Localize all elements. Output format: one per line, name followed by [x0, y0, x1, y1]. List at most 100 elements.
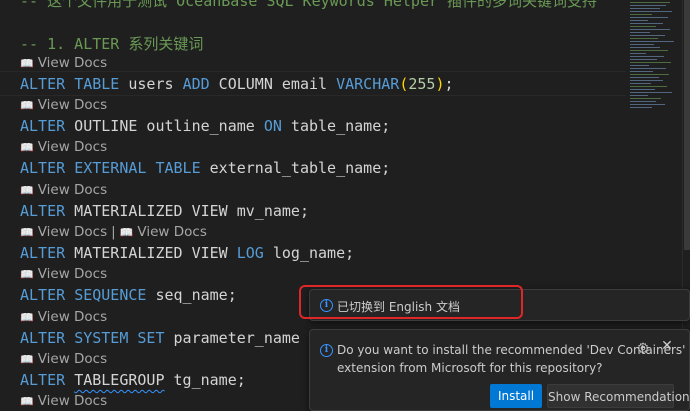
codelens: 📖 View Docs — [20, 180, 107, 200]
sql-keyword: ON — [263, 117, 282, 135]
minimap-line — [630, 74, 669, 75]
code-line[interactable]: ALTER SEQUENCE seq_name; — [20, 283, 237, 307]
sql-keyword: ALTER — [20, 286, 66, 304]
notification-message-line1: Do you want to install the recommended '… — [337, 343, 686, 357]
book-icon: 📖 — [20, 141, 34, 154]
sql-keyword: ALTER — [20, 75, 66, 93]
minimap-line — [630, 35, 665, 36]
minimap-line — [630, 80, 663, 81]
show-recommendations-button[interactable]: Show Recommendations — [547, 384, 690, 408]
book-icon: 📖 — [20, 57, 34, 70]
codelens: 📖 View Docs — [20, 349, 107, 369]
minimap-line — [630, 68, 666, 69]
minimap-line — [630, 98, 661, 99]
code-line[interactable]: ALTER TABLE users ADD COLUMN email VARCH… — [20, 72, 454, 96]
view-docs-link[interactable]: View Docs — [137, 224, 206, 240]
close-icon[interactable]: ✕ — [660, 339, 674, 353]
code-line[interactable]: ALTER TABLEGROUP tg_name; — [20, 368, 246, 392]
code-token: tg_name; — [164, 371, 246, 389]
sql-keyword: ALTER — [20, 202, 66, 220]
codelens: 📖 View Docs — [20, 391, 107, 411]
sql-keyword: LOG — [236, 244, 264, 262]
view-docs-link[interactable]: View Docs — [38, 224, 107, 240]
editor[interactable]: -- 这个文件用于测试 OceanBase SQL Keywords Helpe… — [0, 0, 690, 411]
view-docs-link[interactable]: View Docs — [38, 55, 107, 71]
info-icon: i — [320, 299, 333, 312]
view-docs-link[interactable]: View Docs — [38, 139, 107, 155]
code-line[interactable]: ALTER MATERIALIZED VIEW mv_name; — [20, 199, 309, 223]
codelens: 📖 View Docs — [20, 137, 107, 157]
minimap-line — [630, 17, 668, 18]
sql-keyword: EXTERNAL — [74, 159, 147, 177]
minimap-line — [630, 101, 656, 102]
code-token: table_name; — [281, 117, 391, 135]
view-docs-link[interactable]: View Docs — [38, 351, 107, 367]
sql-keyword: SET — [137, 329, 165, 347]
book-icon: 📖 — [20, 353, 34, 366]
minimap-line — [630, 83, 651, 84]
gear-icon[interactable] — [637, 342, 649, 354]
book-icon: 📖 — [20, 226, 34, 239]
file-header-comment: -- 这个文件用于测试 OceanBase SQL Keywords Helpe… — [20, 0, 598, 10]
code-line[interactable]: ALTER MATERIALIZED VIEW LOG log_name; — [20, 241, 354, 265]
code-token: MATERIALIZED VIEW — [65, 244, 237, 262]
codelens-separator: | — [111, 224, 116, 240]
notification-message: 已切换到 English 文档 — [337, 300, 460, 314]
sql-keyword: ALTER — [20, 117, 66, 135]
notification-message-line2: extension from Microsoft for this reposi… — [337, 361, 603, 375]
minimap-line — [630, 50, 668, 51]
book-icon: 📖 — [20, 311, 34, 324]
book-icon: 📖 — [20, 268, 34, 281]
sql-keyword: ALTER — [20, 371, 66, 389]
minimap-line — [630, 107, 652, 108]
minimap-line — [630, 11, 672, 12]
code-token: OUTLINE outline_name — [65, 117, 264, 135]
view-docs-link[interactable]: View Docs — [38, 393, 107, 409]
minimap-line — [630, 59, 657, 60]
sql-keyword: SYSTEM — [74, 329, 129, 347]
codelens: 📖 View Docs — [20, 307, 107, 327]
code-line[interactable]: ALTER OUTLINE outline_name ON table_name… — [20, 114, 390, 138]
codelens: 📖 View Docs | 📖 View Docs — [20, 222, 207, 242]
minimap-line — [630, 104, 665, 105]
minimap-line — [630, 26, 656, 27]
minimap-line — [630, 53, 646, 54]
minimap-line — [630, 29, 670, 30]
minimap-line — [630, 77, 659, 78]
code-token: MATERIALIZED VIEW mv_name; — [65, 202, 309, 220]
code-token: ( — [399, 75, 409, 93]
minimap-line — [630, 44, 654, 45]
minimap-line — [630, 95, 648, 96]
view-docs-link[interactable]: View Docs — [38, 266, 107, 282]
extension-recommendation-notification: i Do you want to install the recommended… — [309, 329, 690, 411]
codelens: 📖 View Docs — [20, 264, 107, 284]
minimap-line — [630, 38, 658, 39]
sql-keyword: ALTER — [20, 159, 66, 177]
code-token: 255 — [408, 75, 436, 93]
code-token: external_table_name; — [200, 159, 391, 177]
codelens: 📖 View Docs — [20, 95, 107, 115]
sql-keyword: VARCHAR — [336, 75, 400, 93]
view-docs-link[interactable]: View Docs — [38, 309, 107, 325]
sql-keyword: SEQUENCE — [74, 286, 147, 304]
view-docs-link[interactable]: View Docs — [38, 97, 107, 113]
minimap-line — [630, 5, 666, 6]
minimap-line — [630, 86, 667, 87]
code-line[interactable]: ALTER EXTERNAL TABLE external_table_name… — [20, 156, 390, 180]
book-icon: 📖 — [119, 226, 134, 239]
sql-keyword: ALTER — [20, 244, 66, 262]
minimap-line — [630, 89, 655, 90]
scrollbar-thumb[interactable] — [684, 0, 690, 250]
minimap-line — [630, 47, 660, 48]
codelens: 📖 View Docs — [20, 53, 107, 73]
minimap-line — [630, 62, 671, 63]
code-token: users — [119, 75, 183, 93]
minimap-line — [630, 20, 648, 21]
view-docs-link[interactable]: View Docs — [38, 182, 107, 198]
install-button[interactable]: Install — [490, 384, 542, 408]
minimap-line — [630, 41, 674, 42]
